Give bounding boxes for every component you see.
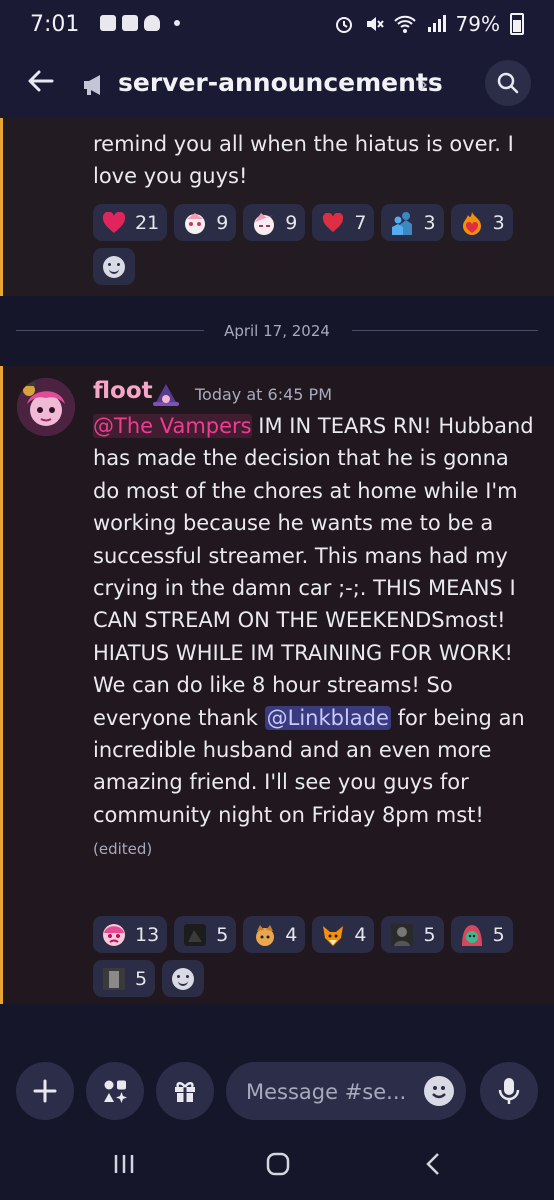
status-bar: 7:01 79%: [0, 0, 554, 52]
battery-icon: [510, 13, 524, 35]
system-navigation-bar: [0, 1130, 554, 1200]
message-input-container[interactable]: [226, 1062, 466, 1120]
reaction-anime-sticker-2[interactable]: 9: [243, 204, 306, 241]
reaction-cat-dog[interactable]: 4: [243, 916, 306, 953]
emoji-picker-icon[interactable]: [424, 1076, 454, 1106]
alarm-icon: [335, 17, 352, 33]
message-text: remind you all when the hiatus is over. …: [93, 132, 514, 188]
anime-sticker-2-icon: [251, 210, 277, 236]
voice-message-button[interactable]: [480, 1062, 538, 1120]
search-button[interactable]: [485, 60, 531, 106]
search-icon: [497, 72, 519, 94]
apps-icon: [104, 1080, 127, 1103]
reaction-fox-face[interactable]: 4: [312, 916, 375, 953]
shopping-bag-icon: [122, 15, 138, 31]
hooded-character-icon: [459, 922, 485, 948]
composer-bar: [0, 1048, 554, 1130]
mail-icon: [100, 15, 116, 31]
pink-crying-emoji-icon: [101, 922, 127, 948]
dark-figure-icon: [389, 922, 415, 948]
divider-date: April 17, 2024: [224, 322, 330, 340]
hug-people-icon: [389, 210, 415, 236]
mute-icon: [366, 17, 384, 31]
date-divider: April 17, 2024: [0, 308, 554, 354]
announcement-channel-icon: [82, 74, 106, 101]
reaction-anime-sticker-1[interactable]: 9: [174, 204, 237, 241]
plus-icon: [33, 1079, 57, 1103]
more-dot-icon: [174, 20, 180, 26]
author-name[interactable]: floot: [93, 378, 153, 404]
message-timestamp: Today at 6:45 PM: [195, 385, 332, 404]
message-text-part-1: IM IN TEARS RN! Hubband has made the dec…: [93, 414, 534, 730]
add-attachment-button[interactable]: [16, 1062, 74, 1120]
reaction-heart-on-fire[interactable]: 3: [450, 204, 513, 241]
message-floot: floot Today at 6:45 PM @The Vampers IM I…: [0, 366, 554, 1004]
snapchat-icon: [144, 15, 160, 31]
edited-label: (edited): [93, 840, 153, 859]
wifi-icon: [393, 15, 416, 33]
add-reaction-button[interactable]: [93, 248, 135, 285]
reaction-red-heart[interactable]: 21: [93, 204, 168, 241]
gift-button[interactable]: [156, 1062, 214, 1120]
reaction-small-heart[interactable]: 7: [312, 204, 375, 241]
avatar[interactable]: [17, 378, 75, 436]
channel-name[interactable]: server-announcements: [118, 68, 443, 97]
dark-sticker-icon: [182, 922, 208, 948]
nav-back-icon[interactable]: [424, 1152, 442, 1183]
message-previous: remind you all when the hiatus is over. …: [0, 118, 554, 296]
grey-figure-icon: [101, 966, 127, 992]
red-heart-icon: [101, 210, 127, 236]
reaction-hooded-character[interactable]: 5: [450, 916, 513, 953]
battery-percent: 79%: [455, 12, 500, 36]
gift-icon: [175, 1082, 195, 1102]
mention-role[interactable]: @The Vampers: [93, 414, 252, 438]
witch-badge-icon: [153, 384, 179, 406]
reaction-grey-figure[interactable]: 5: [93, 960, 156, 997]
divider-line-right: [352, 330, 538, 331]
add-reaction-button[interactable]: [162, 960, 205, 997]
message-input[interactable]: [244, 1076, 408, 1108]
signal-icon: [427, 15, 446, 32]
back-arrow-icon[interactable]: [26, 66, 56, 104]
cat-dog-icon: [251, 922, 277, 948]
heart-on-fire-icon: [459, 210, 485, 236]
reaction-hug-people[interactable]: 3: [381, 204, 444, 241]
apps-button[interactable]: [86, 1062, 144, 1120]
anime-sticker-1-icon: [182, 210, 208, 236]
reaction-dark-sticker[interactable]: 5: [174, 916, 237, 953]
reaction-pink-crying-emoji[interactable]: 13: [93, 916, 168, 953]
message-body: @The Vampers IM IN TEARS RN! Hubband has…: [93, 410, 538, 866]
recent-apps-icon[interactable]: [112, 1152, 136, 1183]
home-icon[interactable]: [266, 1152, 290, 1183]
add-reaction-icon: [172, 967, 195, 990]
status-time: 7:01: [30, 12, 80, 37]
microphone-icon: [498, 1078, 520, 1104]
notification-icons: [100, 15, 180, 31]
channel-header: server-announcements ›: [0, 52, 554, 118]
system-icons: 79%: [334, 12, 524, 36]
mention-user[interactable]: @Linkblade: [264, 705, 391, 730]
fox-face-icon: [320, 922, 346, 948]
add-reaction-icon: [103, 255, 125, 278]
reaction-list: 13 5 4 4 5 5 5: [93, 916, 533, 997]
reaction-dark-figure[interactable]: 5: [381, 916, 444, 953]
small-heart-icon: [320, 210, 346, 236]
reaction-list: 21 9 9 7 3 3: [93, 204, 533, 285]
chevron-right-icon[interactable]: ›: [420, 72, 428, 96]
